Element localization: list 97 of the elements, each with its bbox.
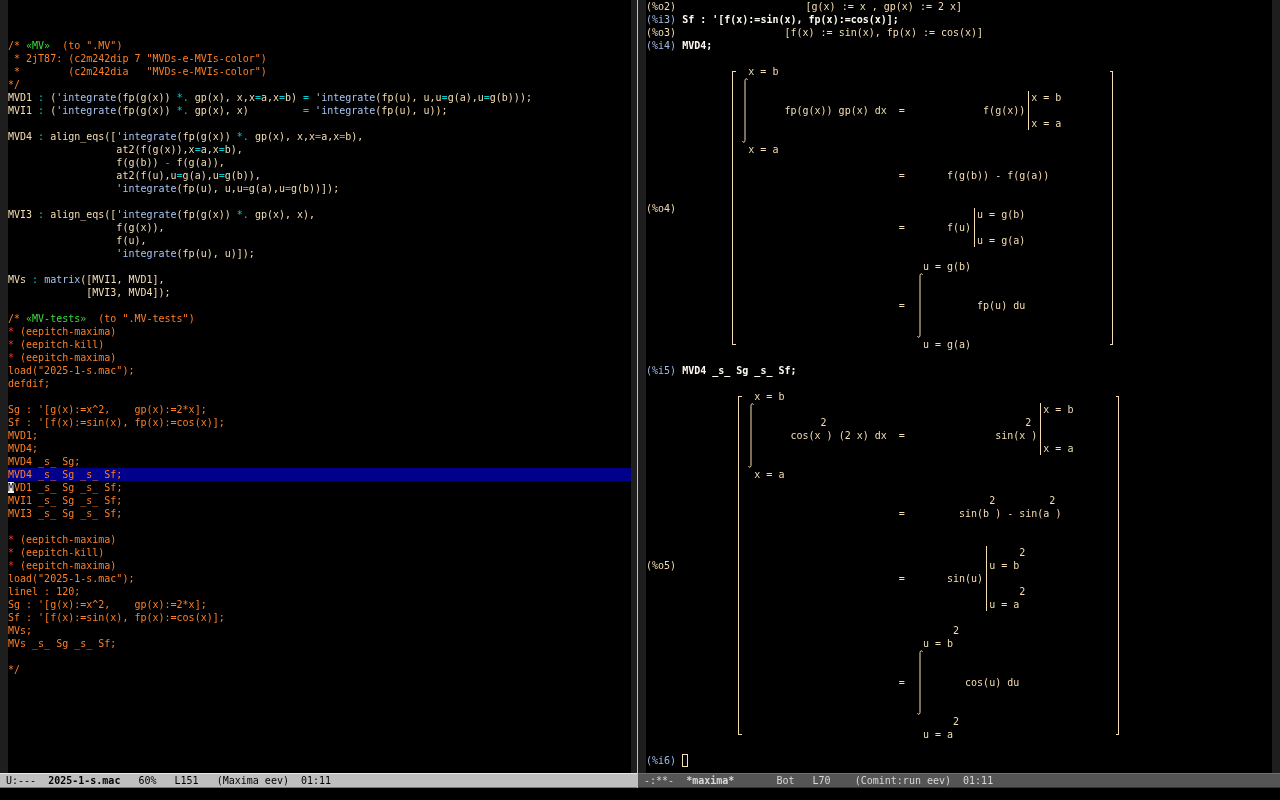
code-line: * (eepitch-kill): [8, 338, 105, 351]
lower-limit: x = a: [748, 143, 779, 156]
line-number: L70: [812, 775, 831, 786]
line-number: L151: [174, 775, 199, 786]
equals-sign: =: [898, 429, 905, 442]
clock-time: 01:11: [301, 774, 332, 787]
code-line: MVD4 _s_ Sg;: [8, 455, 81, 468]
code-line: MVD1;: [8, 429, 39, 442]
output-label: (%o4): [646, 201, 677, 215]
equals-sign: =: [898, 299, 905, 312]
equals-sign: =: [898, 507, 905, 520]
upper-limit: u = g(b): [977, 208, 1026, 221]
lower-limit: x = a: [1043, 442, 1074, 455]
output-label: (%o2): [646, 0, 677, 13]
clock-time: 01:11: [963, 774, 994, 787]
code-line: Sf : '[f(x):=sin(x), fp(x):=cos(x)];: [8, 611, 225, 624]
code-line: * (eepitch-maxima): [8, 559, 117, 572]
input-command: MVD4;: [682, 39, 713, 52]
lower-limit: u = g(a): [977, 234, 1026, 247]
code-line: MVI3 : align_eqs(['integrate(fp(g(x)) *. gp(x), x),: [8, 208, 316, 221]
integrand: fp(g(x)) gp(x) dx: [784, 104, 887, 117]
upper-limit: x = b: [1043, 403, 1074, 416]
equals-sign: =: [898, 221, 905, 234]
buffer-name: *maxima*: [686, 775, 735, 786]
integral-sign-icon: [742, 78, 749, 143]
code-line: * 2jT87: (c2m242dip 7 "MVDs-e-MVIs-color"): [14, 52, 267, 65]
code-line: MVs;: [8, 624, 33, 637]
code-line: MVD1 : ('integrate(fp(g(x)) *. gp(x), x,x=a,x=b) = 'integrate(fp(u), u,u=g(a),u=g(b)));: [8, 91, 532, 104]
code-line: * (eepitch-maxima): [8, 533, 117, 546]
prompt-label: (%i5): [646, 364, 677, 377]
code-line: MVs _s_ Sg _s_ Sf;: [8, 637, 117, 650]
prompt-label: (%i6): [646, 754, 677, 767]
integrand: cos(u) du: [965, 676, 1020, 689]
evaluated-expression: f(u): [946, 221, 972, 234]
prompt-label: (%i4): [646, 39, 677, 52]
code-line: /* «MV» (to ".MV"): [8, 39, 123, 52]
code-line: /* «MV-tests» (to ".MV-tests"): [8, 312, 195, 325]
integral-sign-icon: [748, 403, 755, 468]
output-label: (%o3): [646, 26, 677, 39]
lower-limit: x = a: [754, 468, 785, 481]
code-line: [MVI3, MVD4]);: [86, 286, 171, 299]
code-line: MVI1 _s_ Sg _s_ Sf;: [8, 494, 123, 507]
scroll-position: Bot: [776, 774, 795, 787]
code-line: * (eepitch-maxima): [8, 351, 117, 364]
equals-sign: =: [898, 676, 905, 689]
code-line: at2(f(u),u=g(a),u=g(b)),: [116, 169, 261, 182]
prompt-label: (%i3): [646, 13, 677, 26]
modified-status: U:---: [6, 774, 37, 787]
evaluated-expression: f(g(x)): [983, 104, 1026, 117]
major-mode: (Comint:run eev): [854, 774, 952, 787]
code-line: f(g(b)) - f(g(a)),: [116, 156, 225, 169]
code-line: 'integrate(fp(u), u)]);: [116, 247, 255, 260]
equals-sign: =: [898, 104, 905, 117]
code-line: at2(f(g(x)),x=a,x=b),: [116, 143, 243, 156]
output-text: [g(x) := x , gp(x) := 2 x]: [805, 0, 963, 13]
code-line: f(u),: [116, 234, 147, 247]
code-line: MVD4 : align_eqs(['integrate(fp(g(x)) *. gp(x), x,x=a,x=b),: [8, 130, 364, 143]
equals-sign: =: [898, 169, 905, 182]
code-line: Sg : '[g(x):=x^2, gp(x):=2*x];: [8, 403, 207, 416]
lower-limit: u = g(a): [922, 338, 972, 351]
buffer-name: 2025-1-s.mac: [48, 775, 121, 786]
code-line: load("2025-1-s.mac");: [8, 572, 135, 585]
upper-limit: u = g(b): [922, 260, 972, 273]
input-command: MVD4 _s_ Sg _s_ Sf;: [682, 364, 797, 377]
code-line: MVD4;: [8, 442, 39, 455]
major-mode: (Maxima eev): [216, 774, 289, 787]
upper-limit: x = b: [754, 390, 785, 403]
code-line: linel : 120;: [8, 585, 81, 598]
integral-sign-icon: [916, 273, 923, 338]
input-command: Sf : '[f(x):=sin(x), fp(x):=cos(x)];: [682, 13, 899, 26]
code-line: defdif;: [8, 377, 51, 390]
code-line: Sf : '[f(x):=sin(x), fp(x):=cos(x)];: [8, 416, 225, 429]
code-line: load("2025-1-s.mac");: [8, 364, 135, 377]
scroll-position: 60%: [138, 774, 157, 787]
upper-limit: x = b: [1031, 91, 1062, 104]
lower-limit: x = a: [1031, 117, 1062, 130]
code-line: f(g(x)),: [116, 221, 165, 234]
output-text: [f(x) := sin(x), fp(x) := cos(x)]: [784, 26, 984, 39]
code-line: * (c2m242dia "MVDs-e-MVIs-color"): [14, 65, 267, 78]
integral-sign-icon: [916, 650, 923, 715]
code-line: * (eepitch-kill): [8, 546, 105, 559]
code-line: MVD4 _s_ Sg _s_ Sf;: [8, 468, 123, 481]
expression: f(g(b)) - f(g(a)): [946, 169, 1050, 182]
code-line: MVI3 _s_ Sg _s_ Sf;: [8, 507, 123, 520]
code-line: */: [8, 663, 21, 676]
evaluated-expression: sin(u): [947, 572, 984, 585]
upper-limit: x = b: [748, 65, 779, 78]
code-line: 'integrate(fp(u), u,u=g(a),u=g(b))]);: [116, 182, 340, 195]
modified-status: -:**-: [644, 774, 675, 787]
code-line: MVI1 : ('integrate(fp(g(x)) *. gp(x), x) = 'integrate(fp(u), u));: [8, 104, 448, 117]
code-line: */: [8, 78, 21, 91]
integrand: fp(u) du: [977, 299, 1026, 312]
equals-sign: =: [898, 572, 905, 585]
code-line: Sg : '[g(x):=x^2, gp(x):=2*x];: [8, 598, 207, 611]
code-line: * (eepitch-maxima): [8, 325, 117, 338]
code-line: MVs : matrix([MVI1, MVD1],: [8, 273, 165, 286]
output-label: (%o5): [646, 559, 677, 572]
